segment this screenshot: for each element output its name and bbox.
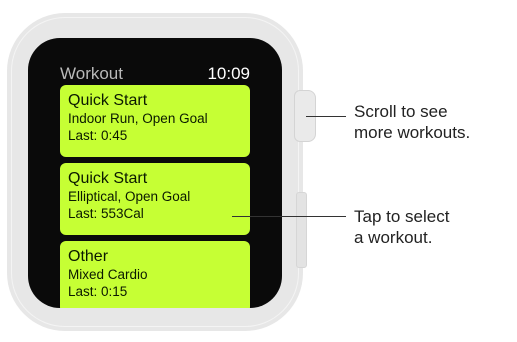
scroll-annotation: Scroll to see more workouts. bbox=[354, 101, 470, 143]
workout-last: Last: 0:45 bbox=[68, 128, 128, 143]
clock-time: 10:09 bbox=[207, 64, 250, 83]
workout-detail: Elliptical, Open Goal bbox=[68, 189, 191, 204]
tap-annotation-line1: Tap to select bbox=[354, 207, 450, 226]
tap-annotation: Tap to select a workout. bbox=[354, 206, 449, 248]
tap-callout-line bbox=[232, 216, 346, 217]
watch-display: Workout 10:09 Quick Start Indoor Run, Op… bbox=[28, 38, 282, 308]
workout-title: Quick Start bbox=[68, 92, 148, 109]
workout-screen: Workout 10:09 Quick Start Indoor Run, Op… bbox=[58, 62, 252, 308]
workout-last: Last: 553Cal bbox=[68, 206, 144, 221]
scroll-annotation-line1: Scroll to see bbox=[354, 102, 448, 121]
workout-card-indoor-run[interactable]: Quick Start Indoor Run, Open Goal Last: … bbox=[60, 85, 250, 157]
workout-last: Last: 0:15 bbox=[68, 284, 128, 299]
workout-card-other[interactable]: Other Mixed Cardio Last: 0:15 bbox=[60, 241, 250, 308]
status-bar: Workout 10:09 bbox=[60, 63, 250, 85]
workout-card-elliptical[interactable]: Quick Start Elliptical, Open Goal Last: … bbox=[60, 163, 250, 235]
workout-detail: Indoor Run, Open Goal bbox=[68, 111, 208, 126]
workout-detail: Mixed Cardio bbox=[68, 267, 148, 282]
workout-title: Quick Start bbox=[68, 170, 148, 187]
workout-title: Other bbox=[68, 248, 109, 265]
scroll-callout-line bbox=[306, 116, 346, 117]
tap-annotation-line2: a workout. bbox=[354, 228, 433, 247]
side-button[interactable] bbox=[296, 192, 307, 268]
scroll-annotation-line2: more workouts. bbox=[354, 123, 471, 142]
app-title: Workout bbox=[60, 64, 123, 83]
